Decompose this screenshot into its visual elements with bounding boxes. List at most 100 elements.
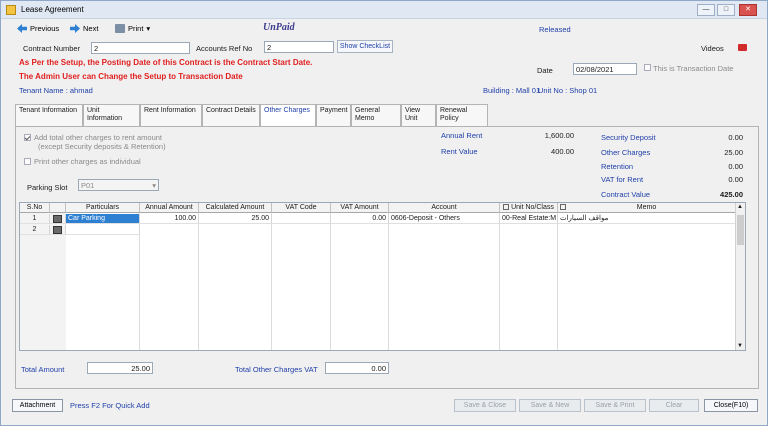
row-edit-button[interactable]	[50, 225, 66, 235]
col-header-unit-class[interactable]: Unit No/Class	[500, 203, 558, 213]
tab-other-charges[interactable]: Other Charges	[260, 104, 316, 127]
accounts-ref-input[interactable]: 2	[264, 41, 334, 53]
contract-value-label: Contract Value	[601, 190, 651, 199]
col-header-calculated-amount[interactable]: Calculated Amount	[199, 203, 272, 213]
unit-number: Unit No : Shop 01	[538, 86, 598, 95]
arrow-right-icon	[70, 24, 80, 33]
grid-divider	[557, 213, 558, 350]
tab-contract-details[interactable]: Contract Details	[202, 104, 260, 126]
next-label: Next	[83, 24, 99, 33]
grid-divider	[198, 213, 199, 350]
building-name: Building : Mall 01	[483, 86, 541, 95]
print-button[interactable]: Print ▾	[115, 24, 150, 33]
cell-particulars[interactable]: Car Parking	[66, 214, 140, 224]
lease-agreement-window: Lease Agreement — □ ✕ Previous Next Prin…	[0, 0, 768, 426]
cell-unit-class[interactable]: 00-Real Estate:M	[500, 214, 558, 224]
col-header-vat-code[interactable]: VAT Code	[272, 203, 331, 213]
tab-general-memo[interactable]: General Memo	[351, 104, 401, 126]
cell-vat-code[interactable]	[272, 214, 331, 224]
cell-vat-amount[interactable]: 0.00	[331, 214, 389, 224]
retention-value: 0.00	[728, 162, 743, 171]
window-title: Lease Agreement	[21, 5, 84, 14]
unit-class-header-label: Unit No/Class	[511, 204, 554, 211]
charges-grid: S.No Particulars Annual Amount Calculate…	[19, 202, 746, 351]
close-window-button[interactable]: ✕	[739, 4, 757, 16]
transaction-date-checkbox[interactable]	[644, 64, 651, 71]
total-amount-field: 25.00	[87, 362, 153, 374]
vat-rent-value: 0.00	[728, 175, 743, 184]
cell-calculated-amount[interactable]: 25.00	[199, 214, 272, 224]
total-vat-label: Total Other Charges VAT	[235, 365, 318, 374]
row-details-icon	[53, 215, 62, 223]
previous-button[interactable]: Previous	[17, 24, 59, 33]
tab-tenant-information[interactable]: Tenant Information	[15, 104, 83, 126]
cell-memo[interactable]: مواقف السيارات	[558, 214, 736, 224]
print-individual-checkbox[interactable]	[24, 158, 31, 165]
show-checklist-button[interactable]: Show CheckList	[337, 40, 393, 53]
add-charges-checkbox[interactable]	[24, 134, 31, 141]
tab-payment[interactable]: Payment	[316, 104, 351, 126]
print-individual-label: Print other charges as individual	[34, 157, 141, 166]
scrollbar-thumb[interactable]	[737, 215, 744, 245]
minimize-button[interactable]: —	[697, 4, 715, 16]
next-button[interactable]: Next	[70, 24, 98, 33]
retention-label: Retention	[601, 162, 634, 171]
app-icon	[6, 5, 16, 15]
annual-rent-value: 1,600.00	[544, 131, 574, 140]
attachment-button[interactable]: Attachment	[12, 399, 63, 412]
other-charges-value: 25.00	[724, 148, 743, 157]
tab-view-unit[interactable]: View Unit	[401, 104, 436, 126]
tab-strip: Tenant Information Unit Information Rent…	[15, 104, 488, 127]
save-close-button[interactable]: Save & Close	[454, 399, 516, 412]
save-print-button[interactable]: Save & Print	[584, 399, 646, 412]
date-input[interactable]: 02/08/2021	[573, 63, 637, 75]
maximize-button[interactable]: □	[717, 4, 735, 16]
tab-renewal-policy[interactable]: Renewal Policy	[436, 104, 488, 126]
chevron-down-icon: ▾	[146, 24, 151, 33]
add-charges-label: Add total other charges to rent amount	[34, 133, 162, 142]
col-header-sno[interactable]: S.No	[20, 203, 50, 213]
table-row-sno: 2	[20, 225, 50, 235]
tenant-name: Tenant Name : ahmad	[19, 86, 93, 95]
tab-rent-information[interactable]: Rent Information	[140, 104, 202, 126]
col-header-annual-amount[interactable]: Annual Amount	[140, 203, 199, 213]
tab-unit-information[interactable]: Unit Information	[83, 104, 140, 126]
other-charges-label: Other Charges	[601, 148, 651, 157]
unit-class-checkbox[interactable]	[503, 204, 510, 211]
chevron-up-icon[interactable]: ▲	[737, 204, 743, 210]
contract-number-input[interactable]: 2	[91, 42, 190, 54]
col-header-vat-amount[interactable]: VAT Amount	[331, 203, 389, 213]
posting-date-warning: As Per the Setup, the Posting Date of th…	[19, 58, 313, 67]
security-deposit-label: Security Deposit	[601, 133, 656, 142]
cell-account[interactable]: 0606-Deposit - Others	[389, 214, 500, 224]
vat-rent-label: VAT for Rent	[601, 175, 644, 184]
close-button[interactable]: Close(F10)	[704, 399, 758, 412]
parking-slot-select[interactable]: P01 ▾	[78, 179, 159, 191]
accounts-ref-label: Accounts Ref No	[196, 44, 253, 53]
clear-button[interactable]: Clear	[649, 399, 699, 412]
previous-label: Previous	[30, 24, 60, 33]
grid-scrollbar[interactable]: ▲ ▼	[735, 203, 745, 350]
grid-divider	[330, 213, 331, 350]
cell-particulars[interactable]	[66, 225, 140, 235]
save-new-button[interactable]: Save & New	[519, 399, 581, 412]
title-bar: Lease Agreement — □ ✕	[1, 1, 767, 19]
cell-annual-amount[interactable]: 100.00	[140, 214, 199, 224]
row-edit-button[interactable]	[50, 214, 66, 224]
video-icon[interactable]	[738, 44, 747, 51]
col-header-account[interactable]: Account	[389, 203, 500, 213]
row-details-icon	[53, 226, 62, 234]
col-header-icon	[50, 203, 66, 213]
add-charges-note: (except Security deposits & Retention)	[38, 142, 166, 151]
memo-checkbox[interactable]	[560, 204, 566, 210]
date-label: Date	[537, 66, 553, 75]
memo-header-label: Memo	[636, 204, 657, 211]
col-header-memo[interactable]: Memo	[558, 203, 736, 213]
payment-status: UnPaid	[263, 22, 295, 33]
chevron-down-icon[interactable]: ▼	[737, 343, 743, 349]
grid-divider	[388, 213, 389, 350]
col-header-particulars[interactable]: Particulars	[66, 203, 140, 213]
grid-divider	[271, 213, 272, 350]
parking-slot-label: Parking Slot	[27, 183, 68, 192]
printer-icon	[115, 24, 125, 33]
